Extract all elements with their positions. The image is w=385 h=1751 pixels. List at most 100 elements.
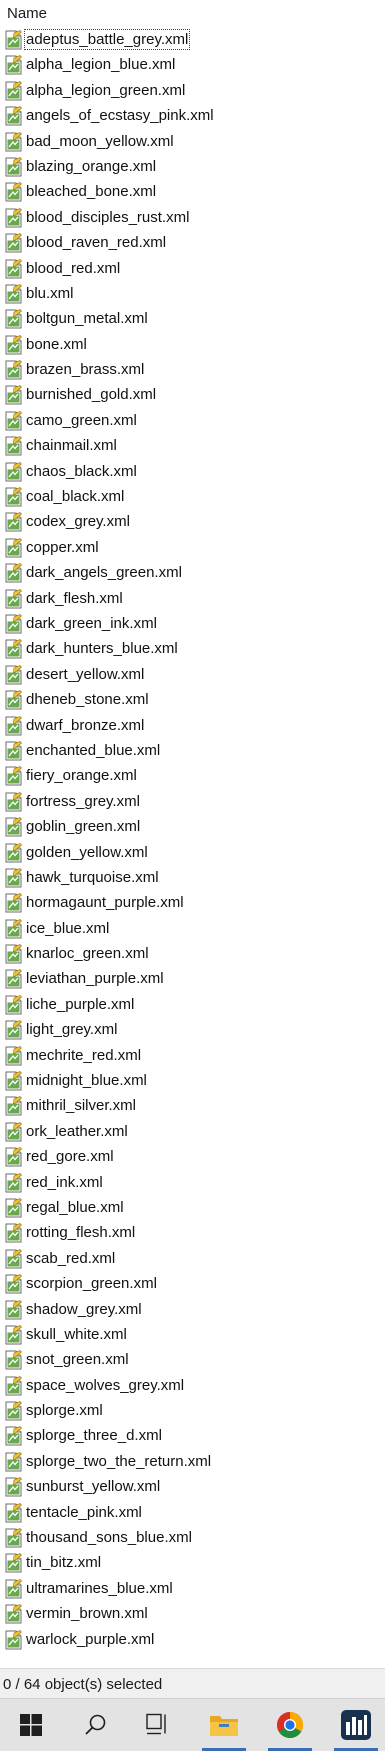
file-row[interactable]: snot_green.xml — [0, 1347, 385, 1372]
file-row[interactable]: goblin_green.xml — [0, 814, 385, 839]
file-row[interactable]: blu.xml — [0, 281, 385, 306]
file-row[interactable]: mithril_silver.xml — [0, 1093, 385, 1118]
file-row[interactable]: regal_blue.xml — [0, 1195, 385, 1220]
file-row[interactable]: bad_moon_yellow.xml — [0, 129, 385, 154]
file-row[interactable]: space_wolves_grey.xml — [0, 1373, 385, 1398]
app-button[interactable] — [330, 1699, 382, 1751]
file-row[interactable]: scab_red.xml — [0, 1246, 385, 1271]
file-name: bad_moon_yellow.xml — [26, 132, 174, 150]
xml-document-icon — [5, 1452, 22, 1472]
file-row[interactable]: mechrite_red.xml — [0, 1043, 385, 1068]
file-row[interactable]: splorge_two_the_return.xml — [0, 1449, 385, 1474]
file-name: chaos_black.xml — [26, 462, 137, 480]
file-row[interactable]: coal_black.xml — [0, 484, 385, 509]
file-row[interactable]: alpha_legion_blue.xml — [0, 52, 385, 77]
file-row[interactable]: fiery_orange.xml — [0, 763, 385, 788]
file-name: rotting_flesh.xml — [26, 1224, 136, 1242]
file-row[interactable]: angels_of_ecstasy_pink.xml — [0, 103, 385, 128]
xml-document-icon — [5, 969, 22, 989]
file-row[interactable]: fortress_grey.xml — [0, 789, 385, 814]
file-list: adeptus_battle_grey.xml alpha_legion_blu… — [0, 27, 385, 1667]
file-row[interactable]: desert_yellow.xml — [0, 662, 385, 687]
file-row[interactable]: dwarf_bronze.xml — [0, 713, 385, 738]
file-row[interactable]: liche_purple.xml — [0, 992, 385, 1017]
file-name: scorpion_green.xml — [26, 1275, 157, 1293]
file-row[interactable]: ice_blue.xml — [0, 916, 385, 941]
file-row[interactable]: splorge_three_d.xml — [0, 1423, 385, 1448]
file-row[interactable]: blood_raven_red.xml — [0, 230, 385, 255]
file-row[interactable]: copper.xml — [0, 535, 385, 560]
xml-document-icon — [5, 461, 22, 482]
file-row[interactable]: ultramarines_blue.xml — [0, 1576, 385, 1601]
file-row[interactable]: dark_hunters_blue.xml — [0, 636, 385, 661]
file-row[interactable]: burnished_gold.xml — [0, 382, 385, 407]
xml-document-icon — [5, 1375, 22, 1396]
file-row[interactable]: enchanted_blue.xml — [0, 738, 385, 763]
file-row[interactable]: red_ink.xml — [0, 1170, 385, 1195]
xml-document-icon — [5, 487, 22, 507]
file-row[interactable]: rotting_flesh.xml — [0, 1220, 385, 1245]
xml-document-icon — [5, 1045, 22, 1066]
xml-document-icon — [5, 1553, 22, 1573]
file-name: blood_raven_red.xml — [26, 234, 167, 252]
file-row[interactable]: splorge.xml — [0, 1398, 385, 1423]
xml-document-icon — [5, 1299, 22, 1320]
file-row[interactable]: leviathan_purple.xml — [0, 966, 385, 991]
name-column-header[interactable]: Name — [7, 5, 47, 22]
file-row[interactable]: light_grey.xml — [0, 1017, 385, 1042]
file-row[interactable]: dheneb_stone.xml — [0, 687, 385, 712]
file-row[interactable]: bleached_bone.xml — [0, 179, 385, 204]
file-row[interactable]: chaos_black.xml — [0, 459, 385, 484]
xml-document-icon — [5, 1528, 22, 1548]
file-row[interactable]: dark_angels_green.xml — [0, 560, 385, 585]
file-name: burnished_gold.xml — [26, 386, 157, 404]
xml-document-icon — [5, 334, 22, 355]
file-row[interactable]: blood_red.xml — [0, 256, 385, 281]
xml-document-icon — [5, 1096, 22, 1116]
file-row[interactable]: golden_yellow.xml — [0, 840, 385, 865]
xml-document-icon — [5, 258, 22, 279]
xml-document-icon — [5, 588, 22, 609]
file-row[interactable]: shadow_grey.xml — [0, 1297, 385, 1322]
file-name: skull_white.xml — [26, 1325, 127, 1343]
file-row[interactable]: alpha_legion_green.xml — [0, 78, 385, 103]
xml-document-icon — [5, 893, 22, 913]
file-row[interactable]: thousand_sons_blue.xml — [0, 1525, 385, 1550]
file-row[interactable]: blazing_orange.xml — [0, 154, 385, 179]
file-row[interactable]: midnight_blue.xml — [0, 1068, 385, 1093]
file-row[interactable]: dark_flesh.xml — [0, 586, 385, 611]
file-row[interactable]: camo_green.xml — [0, 408, 385, 433]
selection-status: 0 / 64 object(s) selected — [3, 1676, 163, 1693]
file-row[interactable]: tin_bitz.xml — [0, 1550, 385, 1575]
file-row[interactable]: hormagaunt_purple.xml — [0, 890, 385, 915]
file-row[interactable]: bone.xml — [0, 332, 385, 357]
file-row[interactable]: blood_disciples_rust.xml — [0, 205, 385, 230]
file-row[interactable]: warlock_purple.xml — [0, 1627, 385, 1652]
file-row[interactable]: adeptus_battle_grey.xml — [0, 27, 385, 52]
file-row[interactable]: vermin_brown.xml — [0, 1601, 385, 1626]
file-row[interactable]: boltgun_metal.xml — [0, 306, 385, 331]
file-row[interactable]: scorpion_green.xml — [0, 1271, 385, 1296]
file-row[interactable]: red_gore.xml — [0, 1144, 385, 1169]
file-name: warlock_purple.xml — [26, 1630, 155, 1648]
file-row[interactable]: skull_white.xml — [0, 1322, 385, 1347]
file-row[interactable]: ork_leather.xml — [0, 1119, 385, 1144]
file-name: brazen_brass.xml — [26, 361, 145, 379]
file-row[interactable]: knarloc_green.xml — [0, 941, 385, 966]
xml-document-icon — [5, 868, 22, 888]
task-view-button[interactable] — [130, 1699, 182, 1751]
search-button[interactable] — [70, 1699, 122, 1751]
task-view-icon — [146, 1713, 166, 1735]
file-name: mithril_silver.xml — [26, 1097, 137, 1115]
file-row[interactable]: codex_grey.xml — [0, 509, 385, 534]
file-row[interactable]: chainmail.xml — [0, 433, 385, 458]
start-button[interactable] — [5, 1699, 57, 1751]
xml-document-icon — [5, 1578, 22, 1599]
file-row[interactable]: brazen_brass.xml — [0, 357, 385, 382]
file-row[interactable]: tentacle_pink.xml — [0, 1500, 385, 1525]
file-explorer-button[interactable] — [198, 1699, 250, 1751]
file-row[interactable]: hawk_turquoise.xml — [0, 865, 385, 890]
file-row[interactable]: dark_green_ink.xml — [0, 611, 385, 636]
chrome-button[interactable] — [264, 1699, 316, 1751]
file-row[interactable]: sunburst_yellow.xml — [0, 1474, 385, 1499]
